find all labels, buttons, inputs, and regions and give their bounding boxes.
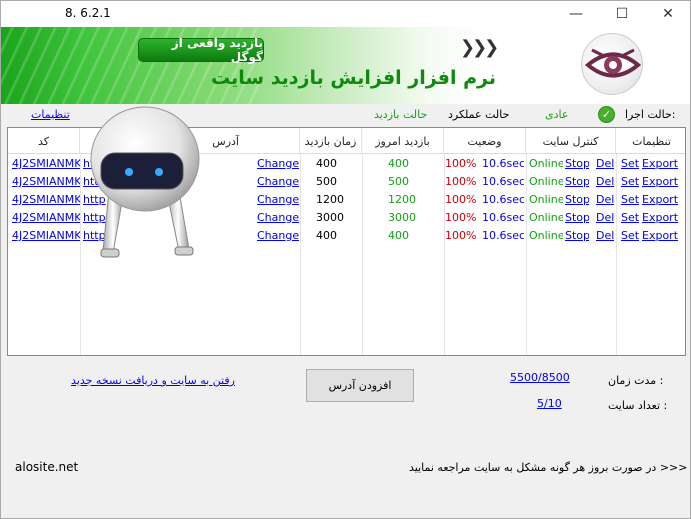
cell-code[interactable]: 4J2SMIANMK2 [12,173,80,191]
cell-today: 3000 [388,211,416,224]
set-link[interactable]: Set [621,191,639,209]
cell-code[interactable]: 4J2SMIANMK2 [12,227,80,245]
export-link[interactable]: Export [642,227,682,245]
col-visit-time: زمان بازدید [300,128,362,154]
stop-link[interactable]: Stop [565,191,589,209]
cell-percent: 100% [445,229,477,242]
cell-today: 400 [388,157,409,170]
eye-logo [581,33,643,95]
del-link[interactable]: Del [596,155,614,173]
del-link[interactable]: Del [596,173,614,191]
cell-online: Online [529,175,563,188]
robot-mascot [79,101,209,271]
google-visit-badge: بازدید واقعی از گوگل [138,36,264,64]
version-label: 8. 6.2.1 [65,6,111,20]
perf-mode-label: حالت عملکرد [448,108,510,121]
cell-percent: 100% [445,175,477,188]
export-link[interactable]: Export [642,191,682,209]
header-banner: بازدید واقعی از گوگل ❯❯❯ نرم افزار افزای… [1,27,690,104]
stop-link[interactable]: Stop [565,209,589,227]
del-link[interactable]: Del [596,191,614,209]
col-code: کد [8,128,80,154]
cell-visit-time: 500 [316,175,337,188]
cell-online: Online [529,193,563,206]
col-site-control: کنترل سایت [526,128,616,154]
robot-icon [90,106,200,258]
cell-online: Online [529,211,563,224]
title-bar: 8. 6.2.1 — ☐ ✕ [1,1,690,27]
cell-today: 400 [388,229,409,242]
visit-mode-label[interactable]: حالت بازدید [374,108,427,121]
duration-label: مدت زمان : [608,374,664,387]
cell-seconds: 10.6sec [482,211,524,224]
settings-link[interactable]: تنظیمات [31,108,70,121]
stop-link[interactable]: Stop [565,227,589,245]
set-link[interactable]: Set [621,209,639,227]
stop-link[interactable]: Stop [565,155,589,173]
cell-code[interactable]: 4J2SMIANMK2 [12,155,80,173]
cell-seconds: 10.6sec [482,157,524,170]
del-link[interactable]: Del [596,227,614,245]
change-link[interactable]: Change [257,227,299,245]
cell-online: Online [529,229,563,242]
check-icon: ✓ [598,106,615,123]
col-today-visits: بازدید امروز [362,128,444,154]
close-button[interactable]: ✕ [645,1,691,27]
change-link[interactable]: Change [257,191,299,209]
duration-value[interactable]: 5500/8500 [510,371,570,384]
cell-visit-time: 400 [316,229,337,242]
set-link[interactable]: Set [621,155,639,173]
app-window: 8. 6.2.1 — ☐ ✕ بازدید واقعی از گوگل ❯❯❯ … [0,0,691,519]
change-link[interactable]: Change [257,209,299,227]
export-link[interactable]: Export [642,155,682,173]
export-link[interactable]: Export [642,173,682,191]
maximize-button[interactable]: ☐ [599,1,645,27]
cell-percent: 100% [445,211,477,224]
set-link[interactable]: Set [621,227,639,245]
minimize-button[interactable]: — [553,1,599,27]
add-address-button[interactable]: افزودن آدرس [306,369,414,402]
cell-today: 500 [388,175,409,188]
cell-code[interactable]: 4J2SMIANMK2 [12,209,80,227]
change-link[interactable]: Change [257,155,299,173]
col-settings: تنظیمات [632,134,671,148]
change-link[interactable]: Change [257,173,299,191]
stop-link[interactable]: Stop [565,173,589,191]
app-title: نرم افزار افزایش بازدید سایت [211,67,496,89]
set-link[interactable]: Set [621,173,639,191]
cell-visit-time: 1200 [316,193,344,206]
run-state-label: حالت اجرا: [625,108,676,121]
del-link[interactable]: Del [596,209,614,227]
eye-icon [584,48,642,78]
chevrons-icon: ❯❯❯ [460,37,499,58]
cell-visit-time: 400 [316,157,337,170]
sites-count-label: تعداد سایت : [608,399,668,412]
cell-seconds: 10.6sec [482,193,524,206]
update-link[interactable]: رفتن به سایت و دریافت نسخه جدید [71,374,235,387]
cell-seconds: 10.6sec [482,229,524,242]
col-status: وضعیت [444,128,526,154]
sites-count-value[interactable]: 5/10 [537,397,562,410]
cell-visit-time: 3000 [316,211,344,224]
cell-percent: 100% [445,157,477,170]
state-value: عادی [545,108,569,121]
export-link[interactable]: Export [642,209,682,227]
cell-percent: 100% [445,193,477,206]
site-label: alosite.net [15,460,79,474]
help-text: در صورت بروز هر گونه مشکل به سایت مراجعه… [409,461,688,474]
cell-online: Online [529,157,563,170]
cell-code[interactable]: 4J2SMIANMK2 [12,191,80,209]
cell-seconds: 10.6sec [482,175,524,188]
cell-today: 1200 [388,193,416,206]
